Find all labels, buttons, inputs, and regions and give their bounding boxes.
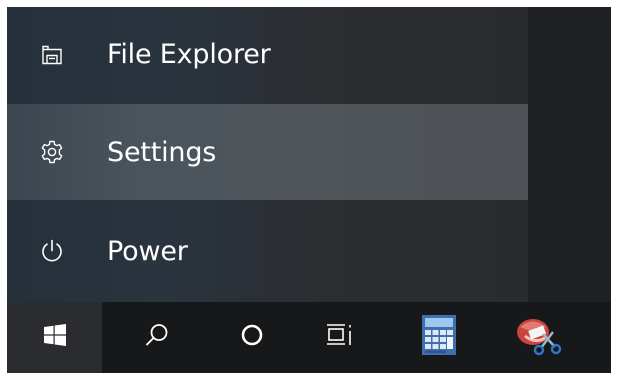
calculator-icon [422, 315, 456, 360]
gear-icon [38, 138, 66, 166]
snipping-tool-icon [515, 314, 563, 361]
cortana-button[interactable] [212, 302, 292, 373]
start-menu-item-file-explorer[interactable]: File Explorer [7, 7, 528, 102]
start-menu-item-power[interactable]: Power [7, 202, 528, 300]
search-icon [144, 322, 170, 353]
cortana-icon [240, 323, 264, 352]
calculator-taskbar-app[interactable] [399, 302, 479, 373]
power-icon [38, 237, 66, 265]
settings-label: Settings [107, 136, 217, 168]
search-button[interactable] [117, 302, 197, 373]
file-explorer-icon [38, 41, 66, 69]
power-label: Power [107, 235, 188, 267]
start-button[interactable] [7, 302, 102, 373]
snipping-tool-taskbar-app[interactable] [499, 302, 579, 373]
start-menu-item-settings[interactable]: Settings [7, 104, 528, 200]
file-explorer-label: File Explorer [107, 39, 271, 70]
task-view-icon [326, 322, 354, 353]
start-menu: File Explorer Settings Power [7, 7, 528, 302]
start-menu-tile-area [528, 7, 611, 302]
windows-logo-icon [43, 324, 66, 351]
desktop-screen: File Explorer Settings Power [7, 7, 611, 373]
taskbar [7, 302, 611, 373]
task-view-button[interactable] [300, 302, 380, 373]
